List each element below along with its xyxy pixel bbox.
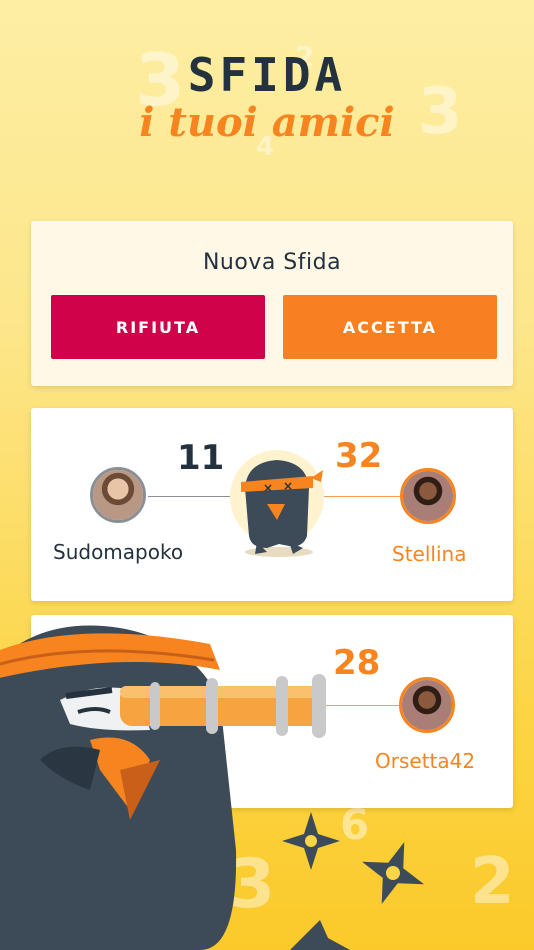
bg-digit: 2 <box>470 845 515 919</box>
player-name: Sudomapoko <box>53 540 184 564</box>
svg-text:×: × <box>283 479 293 493</box>
svg-text:×: × <box>263 481 273 495</box>
reject-button[interactable]: RIFIUTA <box>51 295 265 359</box>
match-card[interactable]: 11 Sudomapoko × × 32 Stellina <box>31 408 513 601</box>
player-score: 32 <box>335 436 383 476</box>
score-line <box>324 496 400 497</box>
player-name: Orsetta42 <box>375 749 476 773</box>
player-score: 28 <box>333 643 381 683</box>
page-subtitle: i tuoi amici <box>139 99 395 146</box>
ninja-mascot-icon: × × <box>241 460 323 557</box>
player-avatar <box>90 467 146 523</box>
player-score: 11 <box>177 438 225 478</box>
shuriken-icon <box>282 812 340 870</box>
accept-button[interactable]: ACCETTA <box>283 295 497 359</box>
page-title: SFIDA <box>187 48 347 102</box>
player-avatar <box>399 677 455 733</box>
score-line <box>148 496 232 497</box>
player-name: Stellina <box>392 542 467 566</box>
challenge-title: Nuova Sfida <box>202 250 342 275</box>
header: SFIDA i tuoi amici <box>0 48 534 146</box>
new-challenge-card: Nuova Sfida RIFIUTA ACCETTA <box>31 221 513 386</box>
player-avatar <box>400 468 456 524</box>
ninja-telescope-icon <box>0 625 326 950</box>
shuriken-icon <box>361 841 425 905</box>
shuriken-icon <box>290 920 350 950</box>
